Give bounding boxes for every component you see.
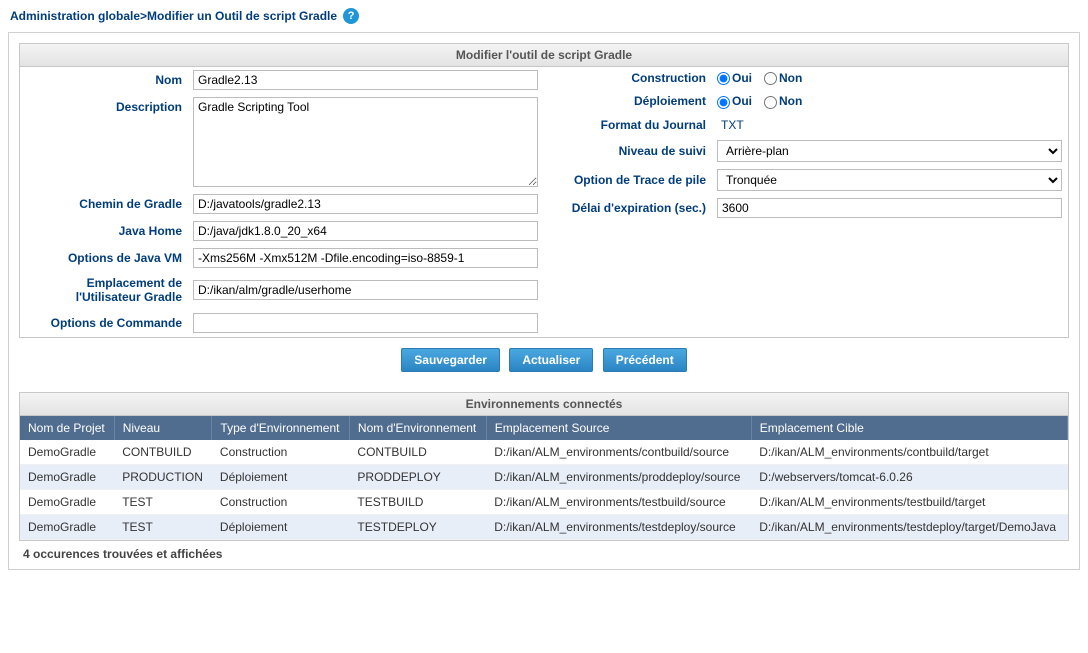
deploy-radio-group: Oui Non <box>714 90 1068 112</box>
table-cell: D:/webservers/tomcat-6.0.26 <box>751 464 1067 489</box>
table-cell: DemoGradle <box>20 489 114 514</box>
table-cell: D:/ikan/ALM_environments/testdeploy/targ… <box>751 514 1067 539</box>
back-button[interactable]: Précédent <box>603 348 687 372</box>
save-button[interactable]: Sauvegarder <box>401 348 500 372</box>
table-row: DemoGradlePRODUCTIONDéploiementPRODDEPLO… <box>20 464 1068 489</box>
table-footer: 4 occurences trouvées et affichées <box>19 541 1069 563</box>
table-cell: D:/ikan/ALM_environments/testbuild/targe… <box>751 489 1067 514</box>
gradle-path-input[interactable] <box>193 194 538 214</box>
breadcrumb-current: Modifier un Outil de script Gradle <box>147 9 337 23</box>
table-cell: CONTBUILD <box>114 440 212 465</box>
stack-trace-label: Option de Trace de pile <box>544 166 714 194</box>
help-icon[interactable]: ? <box>343 8 359 24</box>
stack-trace-select[interactable]: Tronquée <box>717 169 1062 191</box>
table-cell: DemoGradle <box>20 464 114 489</box>
col-tgt-loc: Emplacement Cible <box>751 416 1067 440</box>
name-input[interactable] <box>193 70 538 90</box>
gradle-path-label: Chemin de Gradle <box>20 191 190 217</box>
trace-level-select[interactable]: Arrière-plan <box>717 140 1062 162</box>
refresh-button[interactable]: Actualiser <box>509 348 593 372</box>
journal-format-label: Format du Journal <box>544 114 714 136</box>
col-env-type: Type d'Environnement <box>212 416 350 440</box>
table-row: DemoGradleTESTDéploiementTESTDEPLOYD:/ik… <box>20 514 1068 539</box>
col-env-name: Nom d'Environnement <box>349 416 486 440</box>
table-cell: D:/ikan/ALM_environments/testbuild/sourc… <box>486 489 751 514</box>
journal-format-value: TXT <box>717 118 744 132</box>
build-label: Construction <box>544 67 714 89</box>
trace-level-label: Niveau de suivi <box>544 137 714 165</box>
jvm-options-input[interactable] <box>193 248 538 268</box>
deploy-label: Déploiement <box>544 90 714 112</box>
table-row: DemoGradleTESTConstructionTESTBUILDD:/ik… <box>20 489 1068 514</box>
breadcrumb-root[interactable]: Administration globale <box>10 9 140 23</box>
table-cell: Construction <box>212 489 350 514</box>
timeout-label: Délai d'expiration (sec.) <box>544 195 714 221</box>
edit-tool-panel: Modifier l'outil de script Gradle Nom De… <box>19 43 1069 338</box>
table-cell: Construction <box>212 440 350 465</box>
timeout-input[interactable] <box>717 198 1062 218</box>
table-cell: TESTBUILD <box>349 489 486 514</box>
user-location-label: Emplacement de l'Utilisateur Gradle <box>20 272 190 309</box>
description-label: Description <box>20 94 190 190</box>
col-project: Nom de Projet <box>20 416 114 440</box>
table-cell: CONTBUILD <box>349 440 486 465</box>
command-options-input[interactable] <box>193 313 538 333</box>
connected-environments-panel: Environnements connectés Nom de Projet N… <box>19 392 1069 541</box>
build-radio-group: Oui Non <box>714 67 1068 89</box>
table-cell: D:/ikan/ALM_environments/contbuild/targe… <box>751 440 1067 465</box>
breadcrumb: Administration globale>Modifier un Outil… <box>8 6 1080 32</box>
jvm-options-label: Options de Java VM <box>20 245 190 271</box>
table-cell: PRODDEPLOY <box>349 464 486 489</box>
user-location-input[interactable] <box>193 280 538 300</box>
command-options-label: Options de Commande <box>20 310 190 336</box>
table-cell: DemoGradle <box>20 514 114 539</box>
col-src-loc: Emplacement Source <box>486 416 751 440</box>
deploy-yes-radio[interactable]: Oui <box>717 94 752 108</box>
button-row: Sauvegarder Actualiser Précédent <box>19 338 1069 374</box>
panel-title: Modifier l'outil de script Gradle <box>20 44 1068 67</box>
deploy-no-radio[interactable]: Non <box>764 94 802 108</box>
java-home-label: Java Home <box>20 218 190 244</box>
name-label: Nom <box>20 67 190 93</box>
table-cell: Déploiement <box>212 464 350 489</box>
table-cell: D:/ikan/ALM_environments/proddeploy/sour… <box>486 464 751 489</box>
table-cell: TEST <box>114 514 212 539</box>
table-cell: TEST <box>114 489 212 514</box>
table-cell: Déploiement <box>212 514 350 539</box>
col-level: Niveau <box>114 416 212 440</box>
environments-table: Nom de Projet Niveau Type d'Environnemen… <box>20 416 1068 540</box>
java-home-input[interactable] <box>193 221 538 241</box>
table-cell: TESTDEPLOY <box>349 514 486 539</box>
table-cell: PRODUCTION <box>114 464 212 489</box>
table-row: DemoGradleCONTBUILDConstructionCONTBUILD… <box>20 440 1068 465</box>
table-cell: D:/ikan/ALM_environments/contbuild/sourc… <box>486 440 751 465</box>
description-textarea[interactable]: Gradle Scripting Tool <box>193 97 538 187</box>
table-cell: D:/ikan/ALM_environments/testdeploy/sour… <box>486 514 751 539</box>
build-no-radio[interactable]: Non <box>764 71 802 85</box>
build-yes-radio[interactable]: Oui <box>717 71 752 85</box>
environments-panel-title: Environnements connectés <box>20 393 1068 416</box>
table-cell: DemoGradle <box>20 440 114 465</box>
